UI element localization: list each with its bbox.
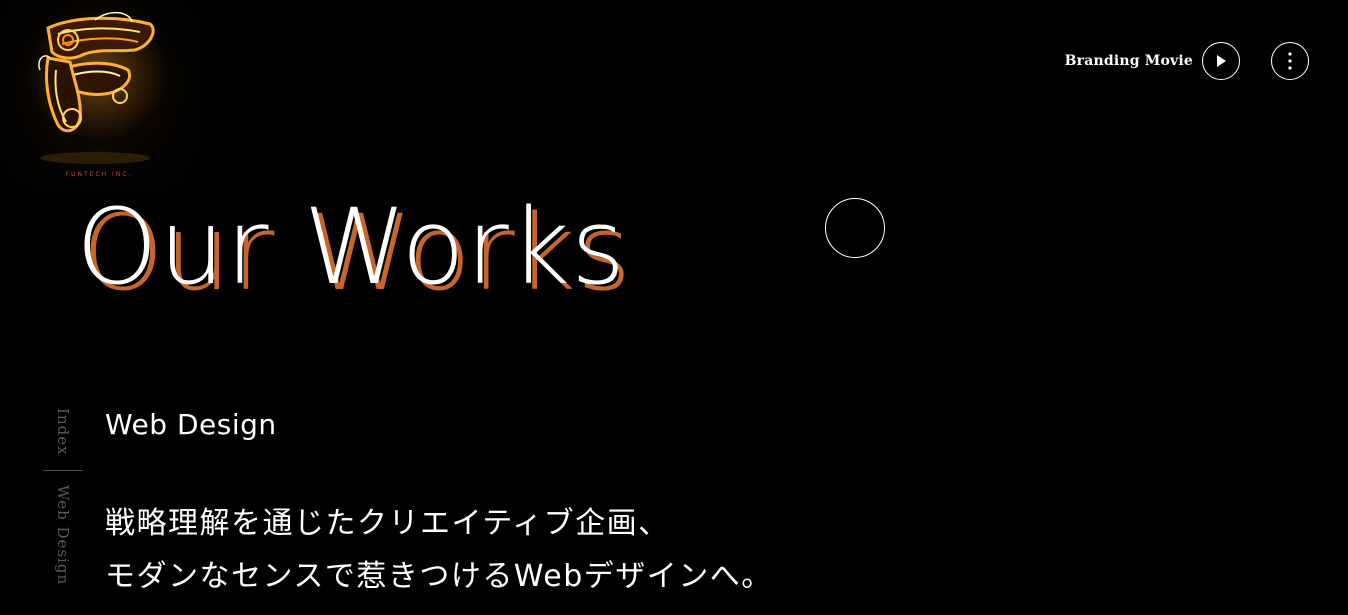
play-button[interactable]: [1202, 42, 1240, 80]
side-index-divider: [43, 469, 83, 471]
vertical-dots-icon: [1288, 52, 1292, 70]
side-index: Index Web Design: [42, 408, 84, 585]
lead-line: モダンなセンスで惹きつけるWebデザインへ。: [105, 559, 773, 594]
branding-movie-label[interactable]: Branding Movie: [1065, 53, 1193, 69]
header-controls: Branding Movie: [1065, 41, 1309, 81]
lead-line: 戦略理解を通じたクリエイティブ企画、: [105, 506, 670, 541]
play-icon: [1217, 55, 1226, 67]
page-title-text: Our Works: [76, 186, 626, 305]
funtech-logo[interactable]: FUNTECH INC.: [0, 0, 198, 195]
menu-button[interactable]: [1271, 42, 1309, 80]
side-index-current[interactable]: Web Design: [54, 485, 72, 585]
logo-mark: [28, 10, 168, 164]
section-title: Web Design: [105, 408, 277, 441]
page: FUNTECH INC. Branding Movie Our Works Ou…: [0, 0, 1348, 615]
cursor-ring: [825, 198, 885, 258]
page-title-graphic: Our Works Our Works: [76, 186, 631, 305]
logo-caption: FUNTECH INC.: [65, 171, 133, 178]
side-index-label: Index: [54, 408, 72, 456]
page-title: Our Works Our Works: [76, 185, 656, 305]
section-lead: 戦略理解を通じたクリエイティブ企画、 モダンなセンスで惹きつけるWebデザインへ…: [105, 497, 773, 603]
